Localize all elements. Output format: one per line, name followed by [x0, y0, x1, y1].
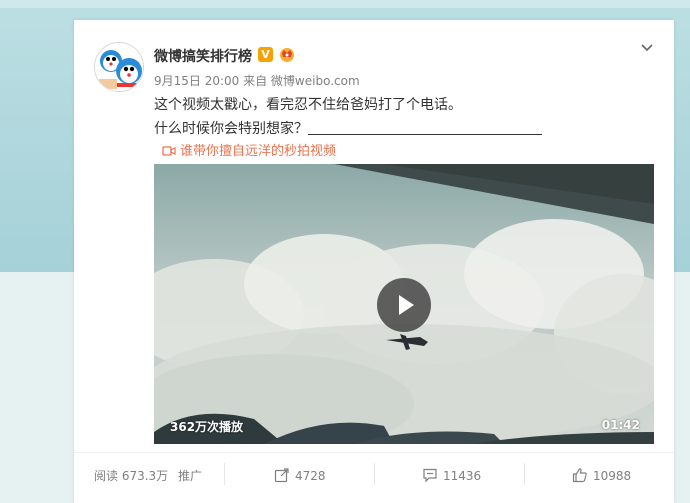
footer-separator [374, 463, 375, 485]
play-count: 362万次播放 [170, 420, 244, 434]
blank-underline [308, 121, 542, 135]
promote-button[interactable]: 推广 [178, 467, 202, 484]
like-count: 10988 [593, 469, 632, 483]
video-source-link-label: 谁带你擅自远洋的秒拍视频 [180, 144, 337, 159]
post-action-bar: 阅读 673.3万 推广 4728 11436 10988 [74, 453, 674, 503]
top-strip [0, 0, 690, 8]
author-name[interactable]: 微博搞笑排行榜 [154, 46, 252, 66]
comment-icon [423, 468, 437, 483]
play-icon [399, 295, 414, 315]
like-button[interactable]: 10988 [572, 467, 631, 483]
chevron-down-icon[interactable] [640, 40, 654, 54]
repost-button[interactable]: 4728 [274, 467, 326, 483]
comment-button[interactable]: 11436 [422, 467, 481, 483]
avatar[interactable] [94, 42, 144, 92]
repost-icon [274, 468, 289, 483]
post-text-line2: 什么时候你会特别想家？ [154, 118, 542, 138]
video-duration: 01:42 [601, 418, 640, 432]
video-player[interactable]: 362万次播放 01:42 [154, 164, 654, 444]
footer-separator [224, 463, 225, 485]
footer-separator [524, 463, 525, 485]
read-count: 阅读 673.3万 [94, 469, 169, 483]
video-camera-icon [162, 145, 176, 161]
like-icon [572, 468, 587, 483]
play-button[interactable] [377, 278, 431, 332]
weibo-post-card: 微博搞笑排行榜 V 9月15日 20:00 来自 微博weibo.com 这个视… [74, 20, 674, 503]
post-meta: 9月15日 20:00 来自 微博weibo.com [154, 74, 360, 88]
video-source-link[interactable]: 谁带你擅自远洋的秒拍视频 [162, 140, 336, 161]
repost-count: 4728 [295, 469, 326, 483]
post-text-line2-content: 什么时候你会特别想家？ [154, 121, 308, 137]
crown-icon [278, 45, 296, 63]
post-text-line1: 这个视频太戳心，看完忍不住给爸妈打了个电话。 [154, 97, 462, 113]
comment-count: 11436 [443, 469, 482, 483]
verified-badge: V [258, 47, 273, 62]
